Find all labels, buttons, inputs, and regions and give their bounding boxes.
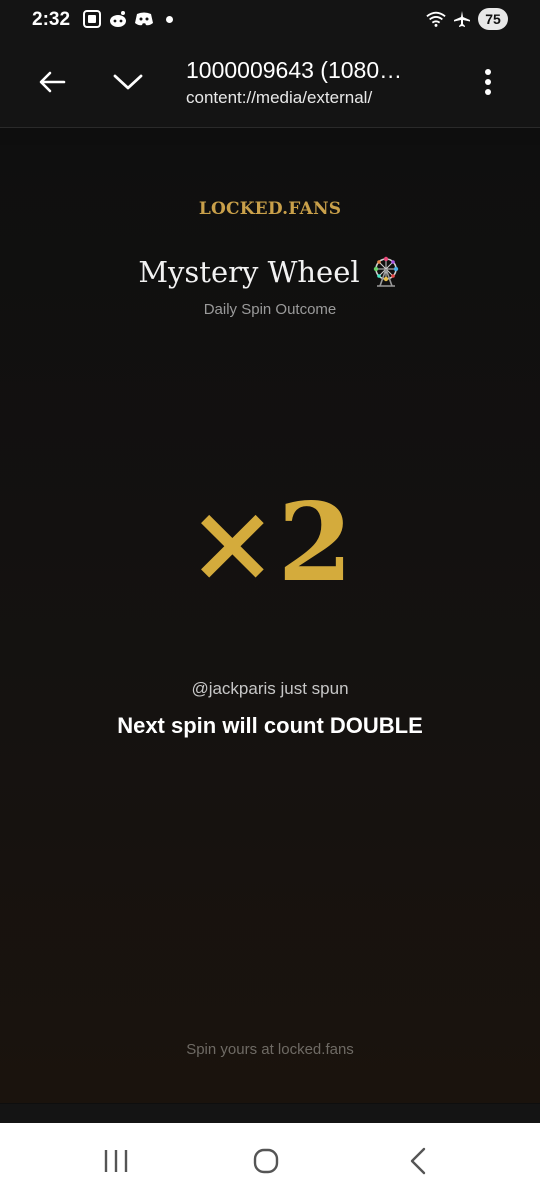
status-time: 2:32 bbox=[32, 9, 71, 30]
subtitle: Daily Spin Outcome bbox=[203, 301, 337, 318]
notification-dot bbox=[166, 15, 173, 23]
spin-result-headline: Next spin will count DOUBLE bbox=[117, 713, 423, 738]
screenshot-icon bbox=[82, 9, 102, 29]
chevron-down-icon[interactable] bbox=[106, 62, 150, 102]
more-vert-icon[interactable] bbox=[472, 62, 504, 102]
file-uri: content://media/external/ bbox=[186, 88, 373, 107]
multiplier-value: ×2 bbox=[187, 480, 353, 606]
status-bar: 2:32 75 bbox=[0, 0, 540, 40]
file-title: 1000009643 (1080… bbox=[186, 57, 403, 83]
discord-icon bbox=[134, 9, 154, 29]
status-left-icons bbox=[82, 9, 173, 29]
wheel-title-row: Mystery Wheel bbox=[0, 255, 540, 289]
airplane-icon bbox=[452, 9, 472, 29]
bottom-divider bbox=[0, 1104, 540, 1123]
home-icon[interactable] bbox=[236, 1143, 296, 1179]
brand-logo: LOCKED.FANS bbox=[198, 199, 342, 219]
status-right-icons: 75 bbox=[426, 8, 508, 30]
ferris-wheel-icon bbox=[370, 256, 402, 288]
system-nav-bar bbox=[0, 1123, 540, 1200]
back-icon[interactable] bbox=[388, 1143, 448, 1179]
mystery-wheel-card: LOCKED.FANS Mystery Wheel Daily Spin Out… bbox=[0, 145, 540, 1103]
back-arrow-icon[interactable] bbox=[32, 62, 72, 102]
wifi-icon bbox=[426, 9, 446, 29]
battery-icon: 75 bbox=[478, 8, 508, 30]
image-view: LOCKED.FANS Mystery Wheel Daily Spin Out… bbox=[0, 129, 540, 1104]
page-title: Mystery Wheel bbox=[138, 255, 360, 289]
recents-icon[interactable] bbox=[86, 1143, 146, 1179]
spin-user-line: @jackparis just spun bbox=[191, 679, 349, 698]
viewer-app-bar: 1000009643 (1080… content://media/extern… bbox=[0, 40, 540, 128]
footer-cta: Spin yours at locked.fans bbox=[186, 1041, 354, 1058]
file-info: 1000009643 (1080… content://media/extern… bbox=[186, 56, 426, 110]
reddit-icon bbox=[108, 9, 128, 29]
